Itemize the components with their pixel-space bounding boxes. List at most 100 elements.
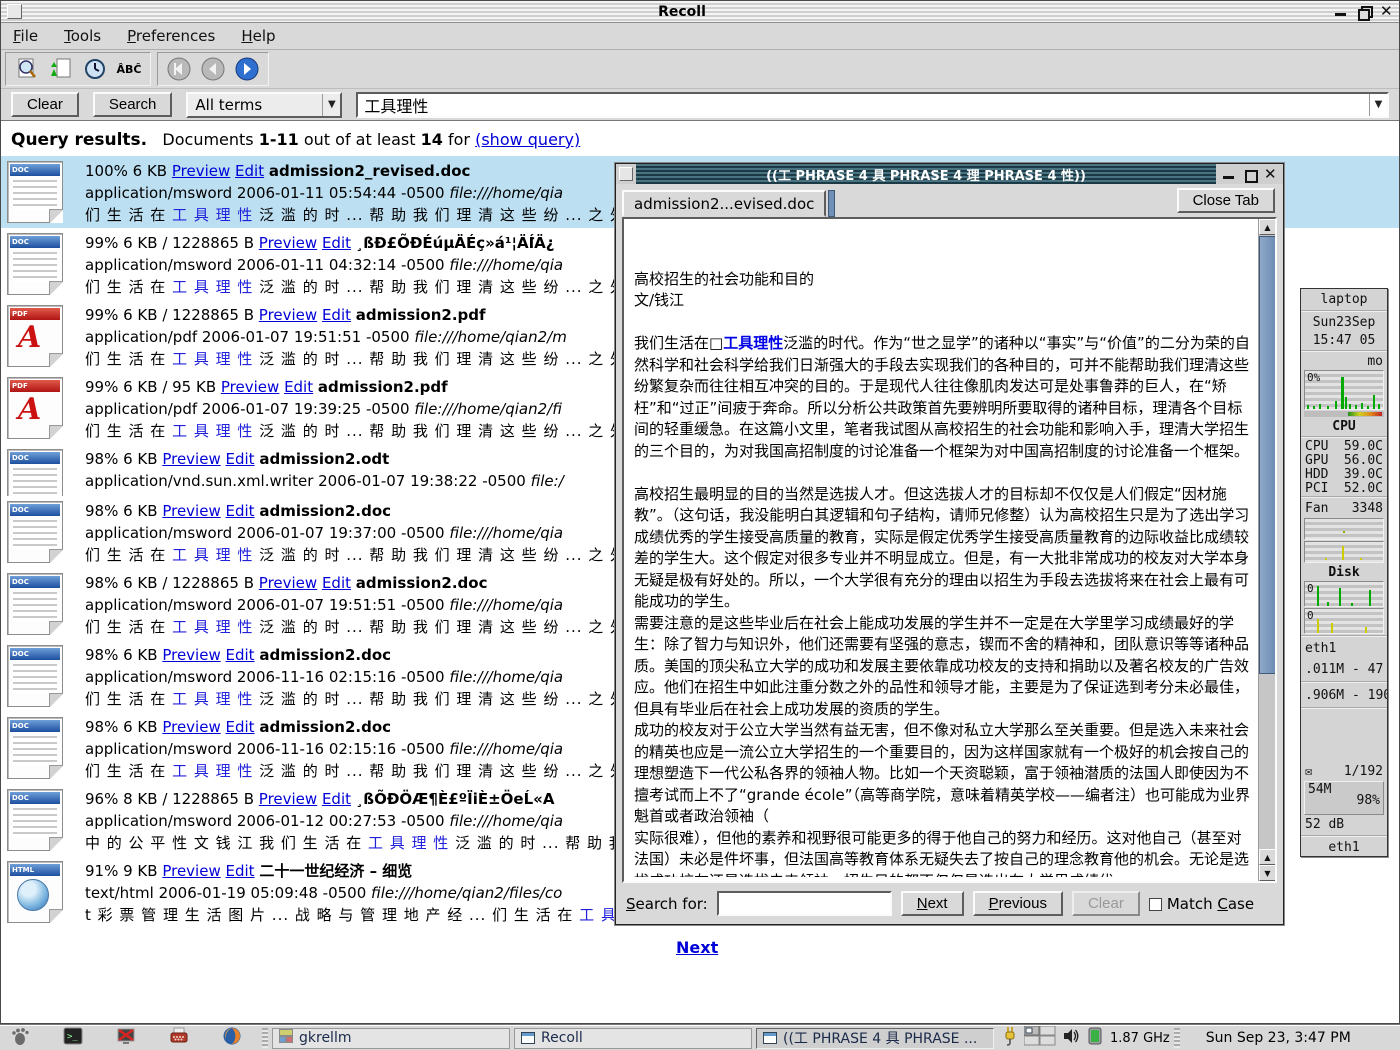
taskbar-clock[interactable]: Sun Sep 23, 3:47 PM	[1194, 1030, 1363, 1046]
restore-icon[interactable]	[1357, 5, 1370, 18]
previous-page-icon[interactable]	[198, 55, 228, 83]
edit-link[interactable]: Edit	[235, 162, 264, 180]
task-button-recoll[interactable]: Recoll	[514, 1028, 752, 1049]
preview-link[interactable]: Preview	[259, 234, 317, 252]
result-url[interactable]: file:///home/qia	[449, 256, 563, 274]
preview-link[interactable]: Preview	[162, 862, 220, 880]
window-menu-button[interactable]	[7, 4, 22, 19]
scrollbar-thumb[interactable]	[1259, 236, 1276, 674]
query-history-chevron-icon[interactable]: ▼	[1369, 94, 1387, 116]
spellcheck-abc-icon[interactable]: ÂBĈ	[114, 55, 144, 83]
search-button[interactable]: Search	[93, 92, 173, 117]
edit-link[interactable]: Edit	[322, 574, 351, 592]
gnome-foot-icon[interactable]	[10, 1026, 30, 1050]
lock-screen-icon[interactable]	[116, 1026, 136, 1050]
task-button-phrasephrase[interactable]: ((工 PHRASE 4 具 PHRASE ...	[756, 1028, 994, 1049]
gkrellm-panel[interactable]: laptop Sun23Sep 15:47 05 mo 0% CPU CPU59…	[1300, 288, 1388, 857]
preview-link[interactable]: Preview	[259, 790, 317, 808]
scroll-down-icon[interactable]: ▼	[1259, 865, 1276, 881]
result-url[interactable]: file:///home/qian2/fi	[414, 400, 562, 418]
result-url[interactable]: file:///home/qia	[449, 812, 563, 830]
close-icon[interactable]: ✕	[1380, 5, 1393, 18]
edit-link[interactable]: Edit	[226, 646, 255, 664]
result-url[interactable]: file:///home/qia	[449, 184, 563, 202]
edit-link[interactable]: Edit	[284, 378, 313, 396]
result-url[interactable]: file:///home/qia	[449, 596, 563, 614]
terminal-icon[interactable]: >_	[63, 1026, 83, 1050]
preview-text-area[interactable]: 高校招生的社会功能和目的文/钱江 我们生活在□工具理性泛滥的时代。作为“世之显学…	[622, 217, 1277, 883]
power-plug-icon[interactable]	[1002, 1026, 1018, 1050]
workspace-pager-icon[interactable]	[1024, 1026, 1056, 1050]
preview-scrollbar[interactable]: ▲ ▲ ▼	[1258, 219, 1275, 881]
menu-file[interactable]: File	[13, 27, 38, 45]
preview-close-icon[interactable]: ✕	[1264, 168, 1277, 181]
chevron-down-icon[interactable]: ▼	[322, 94, 340, 116]
firefox-icon[interactable]	[222, 1026, 242, 1050]
preview-link[interactable]: Preview	[259, 306, 317, 324]
preview-tab[interactable]: admission2...evised.doc	[622, 190, 826, 217]
minimize-icon[interactable]	[1334, 5, 1347, 18]
mail-readout[interactable]: ✉ 1/192	[1301, 762, 1387, 780]
edit-link[interactable]: Edit	[226, 718, 255, 736]
edit-link[interactable]: Edit	[322, 306, 351, 324]
sort-document-icon[interactable]	[46, 55, 76, 83]
match-case-checkbox[interactable]	[1149, 898, 1162, 911]
preview-window-menu-button[interactable]	[619, 167, 633, 181]
edit-link[interactable]: Edit	[226, 502, 255, 520]
close-tab-button[interactable]: Close Tab	[1177, 188, 1275, 213]
result-url[interactable]: file:///home/qia	[449, 668, 563, 686]
edit-link[interactable]: Edit	[322, 790, 351, 808]
memory-percent: 98%	[1357, 793, 1380, 808]
scroll-up-icon[interactable]: ▲	[1259, 219, 1276, 235]
result-url[interactable]: file:/	[531, 472, 564, 490]
document-preview-icon[interactable]	[12, 55, 42, 83]
result-url[interactable]: file:///home/qia	[449, 740, 563, 758]
edit-link[interactable]: Edit	[322, 234, 351, 252]
search-input[interactable]: 工具理性 ▼	[356, 92, 1389, 118]
preview-link[interactable]: Preview	[259, 574, 317, 592]
result-url[interactable]: file:///home/qian2/m	[414, 328, 566, 346]
edit-link[interactable]: Edit	[226, 862, 255, 880]
volume-readout[interactable]: 52 dB	[1301, 816, 1387, 834]
results-next-link[interactable]: Next	[676, 938, 718, 957]
result-url[interactable]: file:///home/qian2/files/co	[371, 884, 562, 902]
menu-help[interactable]: Help	[241, 27, 275, 45]
preview-link[interactable]: Preview	[172, 162, 230, 180]
preview-minimize-icon[interactable]	[1222, 168, 1235, 181]
search-mode-select[interactable]: All terms ▼	[186, 92, 342, 118]
menu-preferences[interactable]: Preferences	[127, 27, 215, 45]
scroll-up2-icon[interactable]: ▲	[1259, 849, 1276, 865]
find-input[interactable]	[717, 891, 892, 916]
result-url[interactable]: file:///home/qia	[449, 524, 563, 542]
cpu-frequency-icon[interactable]	[1086, 1026, 1104, 1050]
recoll-titlebar[interactable]: Recoll ✕	[1, 1, 1399, 23]
find-next-button[interactable]: Next	[901, 891, 964, 916]
match-case-option[interactable]: Match Case	[1149, 895, 1254, 913]
taskbar-handle[interactable]	[262, 1028, 268, 1048]
menu-tools[interactable]: Tools	[64, 27, 101, 45]
net-rx-readout: .011M - 47	[1301, 658, 1387, 680]
doc-file-icon: DOC	[7, 789, 63, 851]
clock-handle[interactable]	[1174, 1028, 1180, 1048]
preview-titlebar[interactable]: ((工 PHRASE 4 具 PHRASE 4 理 PHRASE 4 性)) ✕	[616, 164, 1283, 184]
preview-link[interactable]: Preview	[162, 502, 220, 520]
find-previous-button[interactable]: Previous	[973, 891, 1063, 916]
find-clear-button[interactable]: Clear	[1072, 891, 1140, 916]
preview-paragraph: 高校招生的社会功能和目的	[634, 269, 1253, 291]
clock-sort-icon[interactable]	[80, 55, 110, 83]
clear-button[interactable]: Clear	[11, 92, 79, 117]
preview-link[interactable]: Preview	[162, 718, 220, 736]
preview-maximize-icon[interactable]	[1243, 168, 1256, 181]
result-mimetype: application/msword	[85, 740, 237, 758]
sensor-value: 59.0C	[1344, 439, 1383, 454]
edit-link[interactable]: Edit	[226, 450, 255, 468]
task-button-gkrellm[interactable]: gkrellm	[272, 1028, 510, 1049]
show-query-link[interactable]: (show query)	[475, 130, 580, 149]
preview-link[interactable]: Preview	[162, 646, 220, 664]
first-page-icon[interactable]	[164, 55, 194, 83]
preview-link[interactable]: Preview	[162, 450, 220, 468]
preview-link[interactable]: Preview	[221, 378, 279, 396]
volume-speaker-icon[interactable]	[1062, 1027, 1080, 1049]
next-page-icon[interactable]	[232, 55, 262, 83]
typewriter-icon[interactable]	[169, 1026, 189, 1050]
